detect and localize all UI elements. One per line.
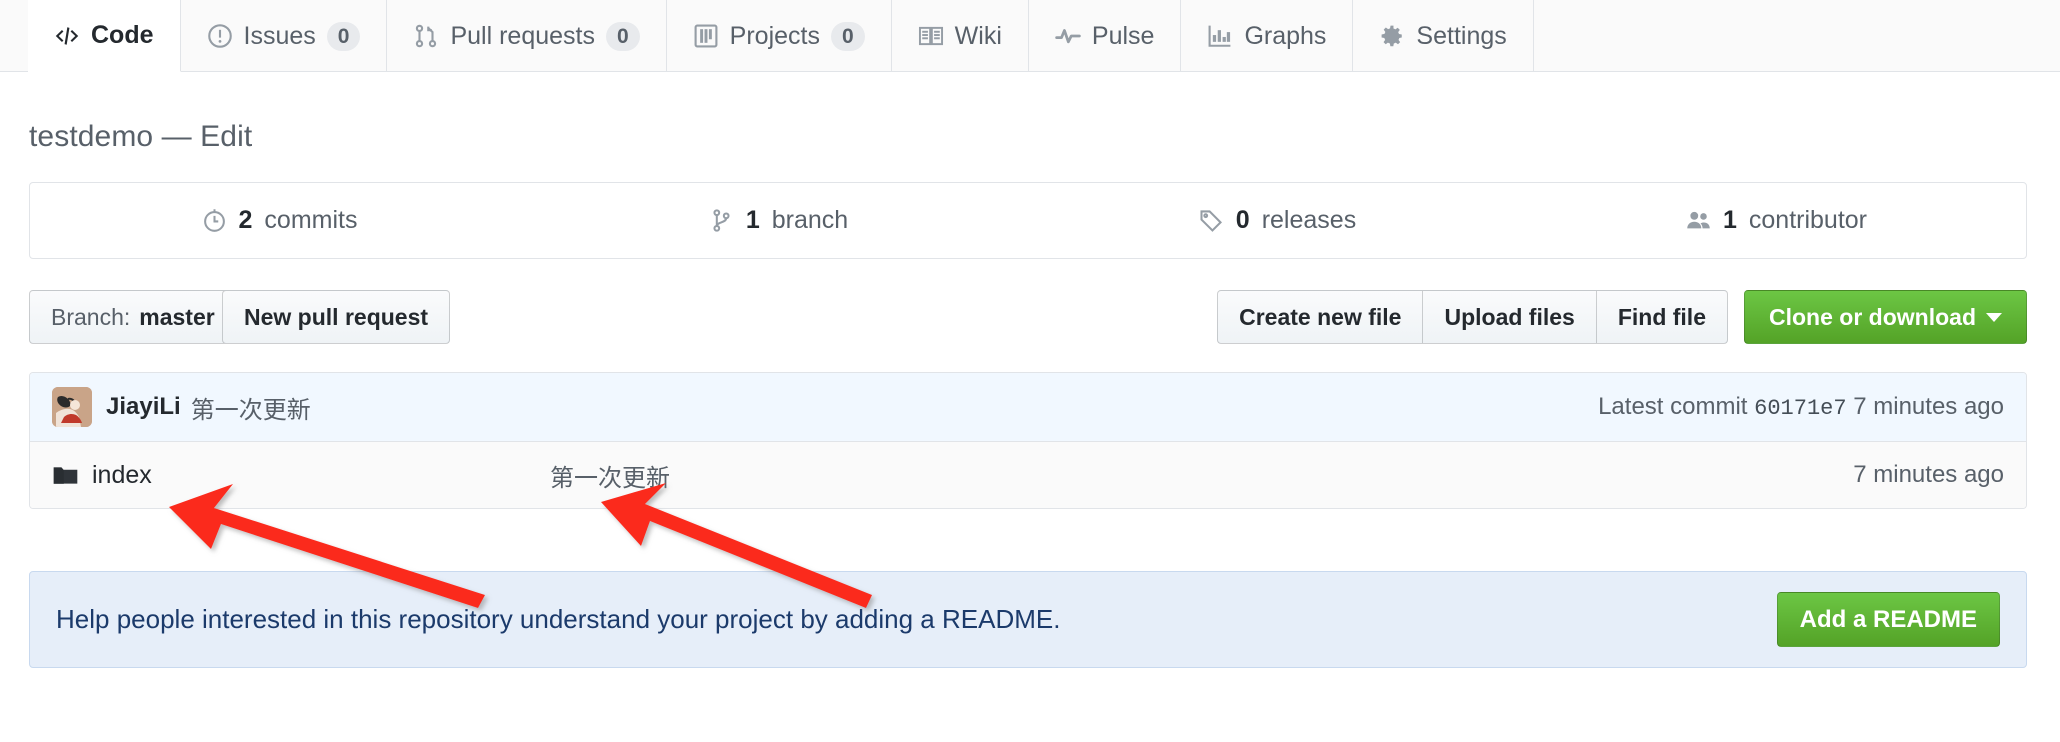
- file-name-cell: index: [52, 461, 512, 490]
- commits-label: commits: [264, 206, 358, 234]
- commit-sha[interactable]: 60171e7: [1754, 396, 1846, 421]
- branch-prefix-label: Branch:: [51, 303, 131, 330]
- code-icon: [54, 23, 80, 49]
- tab-label: Wiki: [954, 21, 1002, 50]
- branch-label: branch: [771, 206, 849, 234]
- history-icon: [202, 208, 227, 233]
- tab-label: Settings: [1416, 21, 1507, 50]
- tab-label: Pull requests: [450, 21, 595, 50]
- create-new-file-button[interactable]: Create new file: [1217, 290, 1424, 344]
- project-icon: [693, 23, 719, 49]
- tab-label: Code: [91, 21, 154, 49]
- file-actions-button-group: Create new file Upload files Find file: [1217, 290, 1728, 344]
- stat-branches[interactable]: 1 branch: [529, 183, 1028, 258]
- new-pull-request-button[interactable]: New pull request: [222, 290, 451, 344]
- tab-label: Pulse: [1091, 21, 1155, 50]
- stat-releases[interactable]: 0 releases: [1028, 183, 1527, 258]
- contributors-count: 1: [1722, 206, 1737, 234]
- file-name[interactable]: index: [92, 461, 152, 490]
- issues-count: 0: [326, 21, 361, 51]
- github-repo-page: Code Issues 0 Pull requests 0 Projects 0: [0, 0, 2060, 742]
- find-file-button[interactable]: Find file: [1595, 290, 1728, 344]
- tab-label: Graphs: [1244, 21, 1327, 50]
- avatar[interactable]: [52, 387, 92, 427]
- clone-or-download-button[interactable]: Clone or download: [1744, 290, 2027, 344]
- issue-icon: [207, 23, 233, 49]
- releases-label: releases: [1261, 206, 1357, 234]
- graph-icon: [1207, 23, 1233, 49]
- file-commit-age: 7 minutes ago: [1853, 461, 2004, 488]
- pull-requests-count: 0: [605, 21, 640, 51]
- releases-count: 0: [1235, 206, 1250, 234]
- projects-count: 0: [830, 21, 865, 51]
- commit-age: 7 minutes ago: [1853, 393, 2004, 420]
- tab-wiki[interactable]: Wiki: [892, 0, 1029, 72]
- commit-message[interactable]: 第一次更新: [191, 390, 311, 425]
- page-title: testdemo — Edit: [29, 120, 253, 153]
- gear-icon: [1379, 23, 1405, 49]
- tab-settings[interactable]: Settings: [1353, 0, 1534, 72]
- branch-current-name: master: [139, 303, 215, 330]
- stat-contributors[interactable]: 1 contributor: [1527, 183, 2026, 258]
- latest-commit-meta: Latest commit 60171e7 7 minutes ago: [1598, 393, 2004, 421]
- tab-issues[interactable]: Issues 0: [181, 0, 388, 72]
- latest-commit-label: Latest commit: [1598, 393, 1748, 420]
- people-icon: [1686, 208, 1711, 233]
- file-listing: JiayiLi 第一次更新 Latest commit 60171e7 7 mi…: [29, 372, 2027, 509]
- nav-left-spacer: [0, 0, 28, 71]
- chevron-down-icon: [1986, 312, 2002, 322]
- tab-pulse[interactable]: Pulse: [1029, 0, 1182, 72]
- tab-label: Projects: [729, 21, 820, 50]
- branch-count: 1: [745, 206, 760, 234]
- tab-graphs[interactable]: Graphs: [1181, 0, 1354, 72]
- commit-author-name[interactable]: JiayiLi: [106, 393, 181, 421]
- book-icon: [918, 23, 944, 49]
- contributors-label: contributor: [1748, 206, 1868, 234]
- upload-files-button[interactable]: Upload files: [1422, 290, 1597, 344]
- tag-icon: [1199, 208, 1224, 233]
- folder-icon: [52, 462, 79, 489]
- tab-projects[interactable]: Projects 0: [667, 0, 892, 72]
- tab-code[interactable]: Code: [28, 0, 181, 72]
- file-commit-message[interactable]: 第一次更新: [512, 458, 1853, 493]
- branch-icon: [709, 208, 734, 233]
- table-row[interactable]: index 第一次更新 7 minutes ago: [30, 442, 2026, 508]
- clone-label: Clone or download: [1769, 303, 1976, 330]
- git-pull-icon: [413, 23, 439, 49]
- pulse-icon: [1055, 23, 1081, 49]
- commits-count: 2: [238, 206, 253, 234]
- add-readme-button[interactable]: Add a README: [1776, 592, 2000, 647]
- add-readme-banner: Help people interested in this repositor…: [29, 571, 2027, 668]
- latest-commit-row: JiayiLi 第一次更新 Latest commit 60171e7 7 mi…: [30, 373, 2026, 442]
- tab-label: Issues: [243, 21, 316, 50]
- repo-stats-bar: 2 commits 1 branch 0 releases 1 contribu…: [29, 182, 2027, 259]
- stat-commits[interactable]: 2 commits: [30, 183, 529, 258]
- repo-tab-nav: Code Issues 0 Pull requests 0 Projects 0: [0, 0, 2060, 72]
- right-action-group: Create new file Upload files Find file C…: [1217, 290, 2027, 344]
- tab-pull-requests[interactable]: Pull requests 0: [387, 0, 667, 72]
- readme-banner-text: Help people interested in this repositor…: [56, 604, 1061, 634]
- repo-actions-toolbar: Branch: master New pull request Create n…: [29, 290, 2027, 344]
